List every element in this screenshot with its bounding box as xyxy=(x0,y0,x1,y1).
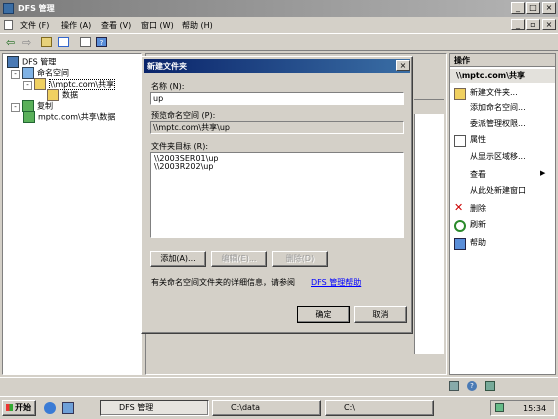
properties-icon xyxy=(454,135,466,147)
action-add-namespace[interactable]: 添加命名空间... xyxy=(470,102,526,114)
edit-target-button[interactable]: 编辑(E)... xyxy=(211,251,267,267)
center-list xyxy=(414,114,444,354)
taskbar: 开始 DFS 管理 C:\data C:\ 15:34 xyxy=(0,396,558,419)
actions-group-header: \\mptc.com\共享 xyxy=(450,69,555,83)
menu-action[interactable]: 操作 (A) xyxy=(61,20,91,31)
new-folder-dialog: 新建文件夹 × 名称 (N): up 预览命名空间 (P): \\mptc.co… xyxy=(141,56,413,334)
add-target-button[interactable]: 添加(A)... xyxy=(150,251,206,267)
action-view[interactable]: 查看 xyxy=(470,169,486,181)
folder-up-icon[interactable] xyxy=(41,37,52,47)
action-delegate[interactable]: 委派管理权限... xyxy=(470,118,526,130)
status-bar: ? xyxy=(0,377,558,394)
network-icon xyxy=(485,381,495,391)
preview-label: 预览命名空间 (P): xyxy=(151,111,216,120)
target-item[interactable]: \\2003R202\up xyxy=(151,163,403,171)
targets-label: 文件夹目标 (R): xyxy=(151,142,209,151)
targets-list[interactable]: \\2003SER01\up \\2003R202\up xyxy=(150,152,404,238)
new-folder-icon xyxy=(454,88,466,100)
app-icon xyxy=(3,3,14,14)
start-button[interactable]: 开始 xyxy=(2,400,36,416)
status-icon xyxy=(449,381,459,391)
help-icon[interactable]: ? xyxy=(96,37,107,47)
action-remove-display[interactable]: 从显示区域移... xyxy=(470,151,526,163)
dialog-title: 新建文件夹 xyxy=(147,62,187,71)
tray-network-icon[interactable] xyxy=(495,403,504,412)
action-help[interactable]: 帮助 xyxy=(470,237,486,249)
inner-close-button[interactable]: × xyxy=(542,19,556,30)
submenu-arrow-icon: ▶ xyxy=(540,169,546,177)
tree-replication-item[interactable]: mptc.com\共享\数据 xyxy=(23,111,115,123)
close-button[interactable]: × xyxy=(542,2,556,14)
dialog-titlebar[interactable]: 新建文件夹 × xyxy=(144,59,410,73)
quicklaunch-desktop-icon[interactable] xyxy=(62,402,74,414)
forward-arrow-icon[interactable]: ⇨ xyxy=(22,36,31,49)
clock[interactable]: 15:34 xyxy=(523,404,546,413)
menu-view[interactable]: 查看 (V) xyxy=(101,20,131,31)
delete-target-button[interactable]: 删除(D) xyxy=(272,251,328,267)
minimize-button[interactable]: _ xyxy=(511,2,525,14)
taskbar-cdata-button[interactable]: C:\data xyxy=(212,400,321,416)
action-new-folder[interactable]: 新建文件夹... xyxy=(470,87,518,99)
maximize-button[interactable]: □ xyxy=(526,2,540,14)
show-tree-icon[interactable] xyxy=(58,37,69,47)
quicklaunch-ie-icon[interactable] xyxy=(44,402,56,414)
inner-restore-button[interactable]: ▫ xyxy=(526,19,540,30)
taskbar-dfs-button[interactable]: DFS 管理 xyxy=(100,400,209,416)
info-text: 有关命名空间文件夹的详细信息，请参阅 xyxy=(151,278,295,287)
refresh-icon xyxy=(454,220,466,232)
tree-pane: DFS 管理 - 命名空间 - \\mptc.com\共享 数据 - 复制 mptc.… xyxy=(2,53,142,375)
name-input[interactable]: up xyxy=(150,92,404,105)
document-icon xyxy=(4,20,13,30)
inner-minimize-button[interactable]: _ xyxy=(511,19,525,30)
menu-help[interactable]: 帮助 (H) xyxy=(182,20,213,31)
menu-file[interactable]: 文件 (F) xyxy=(20,20,49,31)
cancel-button[interactable]: 取消 xyxy=(354,306,407,323)
help-link[interactable]: DFS 管理帮助 xyxy=(311,277,361,288)
collapse-icon[interactable]: - xyxy=(11,102,20,112)
help-status-icon[interactable]: ? xyxy=(467,381,477,391)
export-list-icon[interactable] xyxy=(80,37,91,47)
collapse-icon[interactable]: - xyxy=(23,80,32,90)
center-header xyxy=(414,88,444,100)
window-title: DFS 管理 xyxy=(18,4,55,13)
system-tray: 15:34 xyxy=(490,400,555,416)
share-icon xyxy=(34,78,46,90)
actions-header: 操作 xyxy=(450,54,555,67)
window-titlebar[interactable]: DFS 管理 _ □ × xyxy=(0,0,558,17)
windows-logo-icon xyxy=(6,404,13,411)
back-arrow-icon[interactable]: ⇦ xyxy=(6,36,15,49)
name-label: 名称 (N): xyxy=(151,82,185,91)
taskbar-c-button[interactable]: C:\ xyxy=(325,400,434,416)
toolbar: ⇦ ⇨ ? xyxy=(0,33,558,51)
action-new-window[interactable]: 从此处新建窗口 xyxy=(470,185,526,197)
menu-bar: 文件 (F) 操作 (A) 查看 (V) 窗口 (W) 帮助 (H) _ ▫ × xyxy=(0,17,558,33)
replication-group-icon xyxy=(23,111,35,123)
dialog-close-button[interactable]: × xyxy=(396,60,410,71)
action-refresh[interactable]: 刷新 xyxy=(470,219,486,231)
action-delete[interactable]: 删除 xyxy=(470,203,486,215)
collapse-icon[interactable]: - xyxy=(11,69,20,79)
help-action-icon xyxy=(454,238,466,250)
menu-window[interactable]: 窗口 (W) xyxy=(141,20,174,31)
action-properties[interactable]: 属性 xyxy=(470,134,486,146)
ok-button[interactable]: 确定 xyxy=(297,306,350,323)
delete-icon: ✕ xyxy=(454,201,464,214)
preview-field: \\mptc.com\共享\up xyxy=(150,121,404,134)
